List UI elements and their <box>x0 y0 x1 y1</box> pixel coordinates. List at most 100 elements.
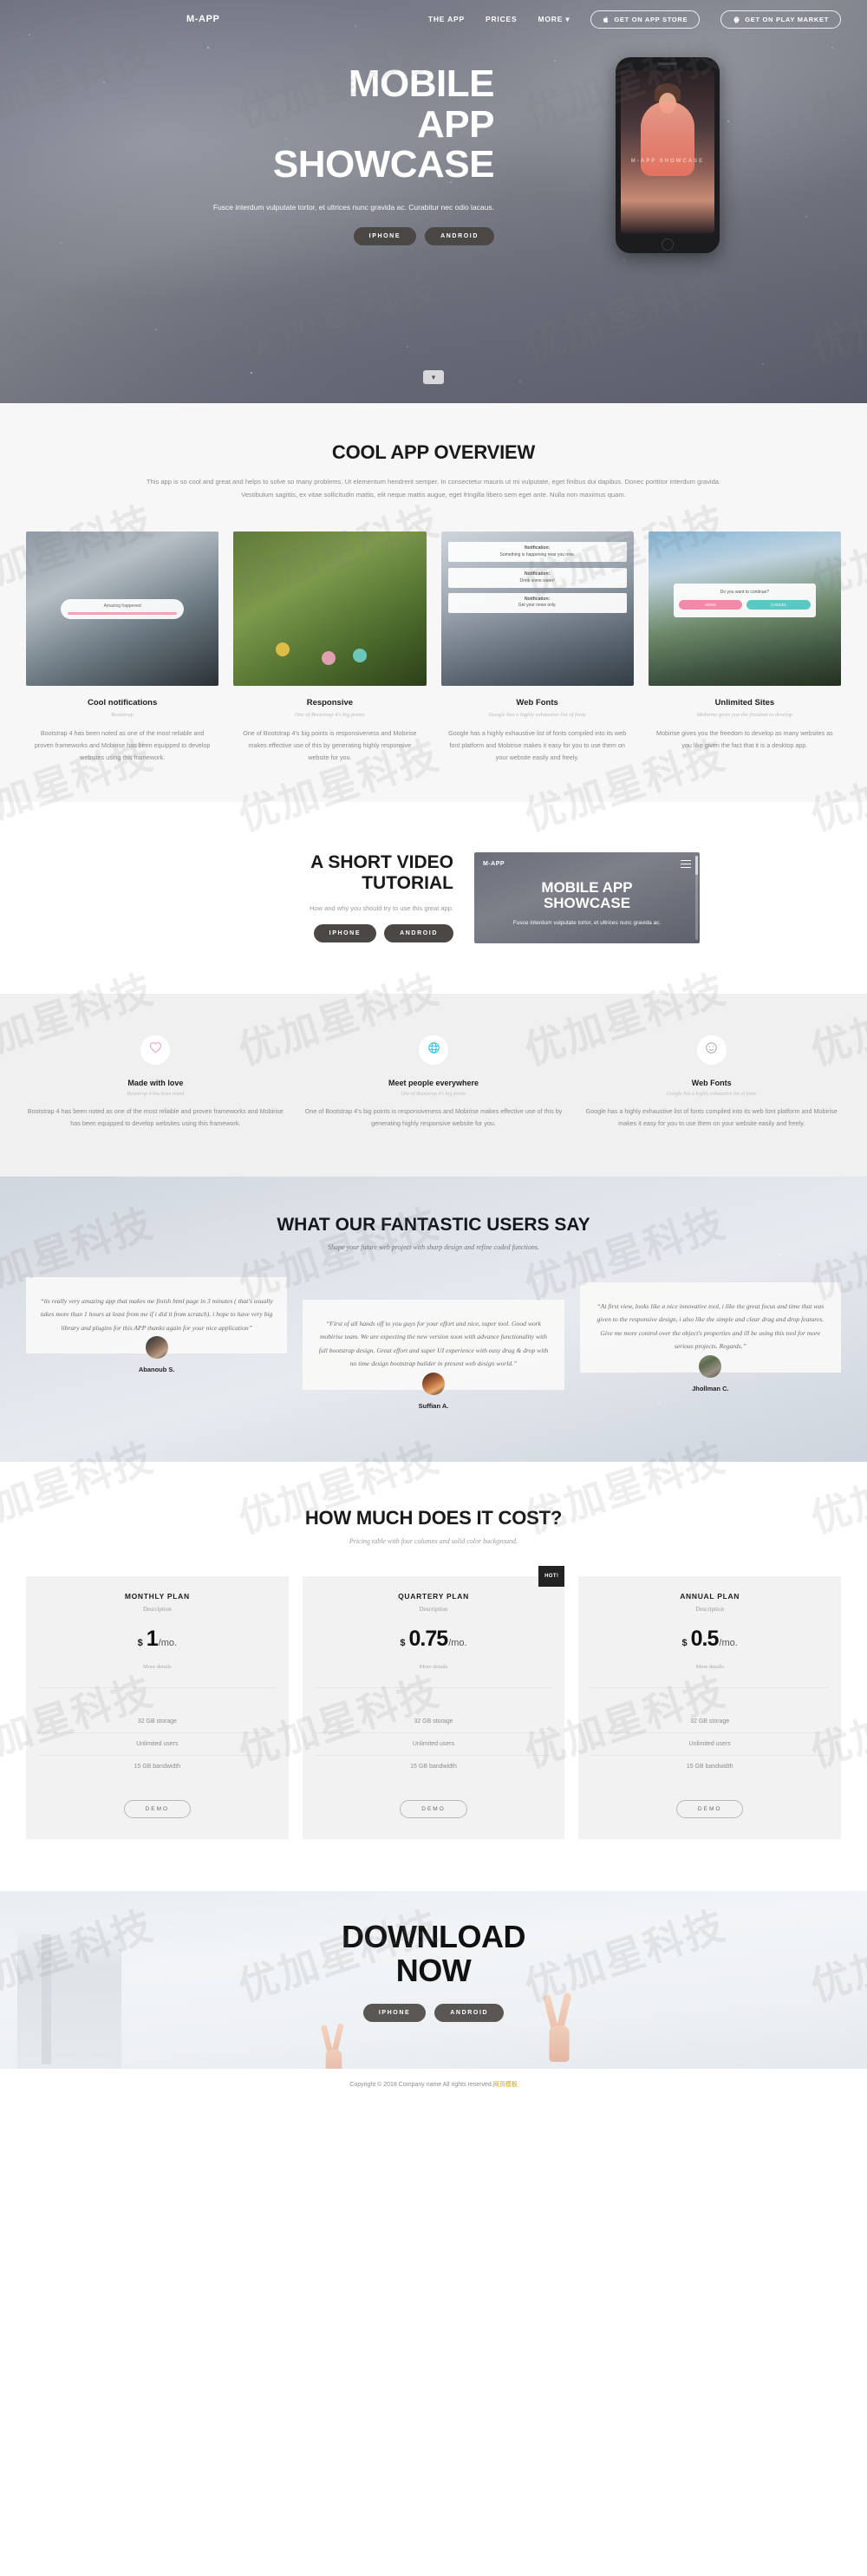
card-kicker: Bootstrap <box>111 711 134 718</box>
icon-feature-text: Bootstrap 4 has been noted as one of the… <box>27 1106 284 1127</box>
video-title-line-2: TUTORIAL <box>362 873 453 894</box>
icon-circle <box>696 1034 727 1065</box>
divider <box>38 1687 277 1688</box>
video-preview-title-line-2: SHOWCASE <box>543 895 631 912</box>
testimonial-person: Suffian A. <box>303 1373 564 1410</box>
plan-feature: 32 GB storage <box>38 1711 277 1733</box>
video-preview-scrollbar[interactable] <box>695 855 698 940</box>
video-row: A SHORT VIDEO TUTORIAL How and why you s… <box>26 851 841 943</box>
plan-more-details-link[interactable]: More details <box>315 1664 553 1670</box>
card-kicker: Google has a highly exhaustive list of f… <box>488 711 586 718</box>
plan-description: Description <box>695 1606 725 1613</box>
confirm-modal-overlay: Do you want to continue? SEND CANCEL <box>673 584 817 618</box>
download-content: DOWNLOAD NOW IPHONE ANDROID <box>0 1891 867 2022</box>
page-footer: Copyright © 2018 Company name All rights… <box>0 2069 867 2103</box>
footer-copyright-text: Copyright © 2018 Company name All rights… <box>349 2082 493 2088</box>
phone-home-button[interactable] <box>662 238 674 251</box>
overview-section: COOL APP OVERVIEW This app is so cool an… <box>0 403 867 802</box>
hamburger-menu-icon[interactable] <box>681 858 691 871</box>
footer-link[interactable]: 网页模板 <box>493 2082 518 2088</box>
testimonials-row: “its really very amazing app that makes … <box>26 1276 841 1410</box>
phone-screen: M-APP SHOWCASE <box>621 70 714 233</box>
video-subtitle: How and why you should try to use this g… <box>310 904 453 913</box>
testimonial-quote: “At first view, looks like a nice innova… <box>596 1301 825 1351</box>
chevron-down-icon: ▾ <box>431 372 436 382</box>
plan-period: /mo. <box>448 1638 467 1648</box>
notification-title: Notification: <box>525 545 551 551</box>
confirm-modal-ok-button[interactable]: CANCEL <box>746 600 812 610</box>
notification-pill-overlay: Amazing happened <box>61 598 185 619</box>
main-navigation: M-APP THE APP PRICES MORE ▾ GET ON APP S… <box>0 0 867 38</box>
video-preview-nav: M-APP <box>474 852 700 877</box>
download-android-button[interactable]: ANDROID <box>434 2003 505 2022</box>
peace-hand-left <box>320 2020 345 2069</box>
nav-link-more[interactable]: MORE ▾ <box>538 15 570 24</box>
notification-overlay-3: Notification: Get your news only. <box>447 592 627 613</box>
nav-link-the-app[interactable]: THE APP <box>428 15 465 23</box>
plan-description: Description <box>143 1606 172 1613</box>
card-text: Mobirise gives you the freedom to develo… <box>656 728 833 749</box>
video-preview[interactable]: M-APP MOBILE APP SHOWCASE Fusce interdum… <box>474 851 700 943</box>
plan-demo-button[interactable]: DEMO <box>675 1800 744 1818</box>
plan-more-details-link[interactable]: More details <box>590 1664 829 1670</box>
scroll-down-button[interactable]: ▾ <box>423 370 444 384</box>
card-text: Bootstrap 4 has been noted as one of the… <box>34 728 211 761</box>
get-on-app-store-button[interactable]: GET ON APP STORE <box>590 10 701 29</box>
hero-android-button[interactable]: ANDROID <box>425 226 494 245</box>
download-title-line-2: NOW <box>395 1952 472 1988</box>
icon-feature-title: Web Fonts <box>691 1078 732 1087</box>
plan-period: /mo. <box>158 1638 178 1648</box>
video-android-button[interactable]: ANDROID <box>384 924 453 943</box>
plan-currency: $ <box>400 1638 406 1648</box>
brand-logo[interactable]: M-APP <box>186 14 219 24</box>
card-image-unlimited-sites: Do you want to continue? SEND CANCEL <box>648 531 841 686</box>
notification-overlay-2: Notification: Drink some water! <box>447 568 627 589</box>
card-text: One of Bootstrap 4's big points is respo… <box>243 728 417 761</box>
hero-title-line-1: MOBILE <box>348 62 495 105</box>
testimonial-column: “First of all hands off to you guys for … <box>303 1299 564 1410</box>
plan-amount: 0.5 <box>690 1627 720 1651</box>
plan-more-details-link[interactable]: More details <box>38 1664 277 1670</box>
card-image-responsive <box>233 531 427 686</box>
download-title: DOWNLOAD NOW <box>0 1920 867 1988</box>
phone-mockup-wrapper: M-APP SHOWCASE <box>494 38 841 253</box>
pricing-card-quartery: HOT! QUARTERY PLAN Description $ 0.75 /m… <box>302 1566 565 1839</box>
plan-price: $ 0.5 /mo. <box>590 1628 829 1650</box>
plan-price: $ 0.75 /mo. <box>315 1628 553 1650</box>
icon-feature-web-fonts: Web Fonts Google has a highly exhaustive… <box>582 1034 841 1130</box>
video-iphone-button[interactable]: IPHONE <box>313 924 377 943</box>
icon-feature-text: Google has a highly exhaustive list of f… <box>585 1106 838 1127</box>
overview-card: Responsive One of Bootstrap 4's big poin… <box>233 531 427 764</box>
plan-price: $ 1 /mo. <box>38 1628 277 1650</box>
get-on-play-market-button[interactable]: GET ON PLAY MARKET <box>720 10 841 29</box>
overview-card: Do you want to continue? SEND CANCEL Unl… <box>648 531 841 764</box>
testimonial-column: “its really very amazing app that makes … <box>26 1276 288 1373</box>
testimonials-subtitle: Shape your future web project with sharp… <box>328 1242 539 1251</box>
video-preview-brand: M-APP <box>483 861 505 868</box>
hero-content: MOBILE APP SHOWCASE Fusce interdum vulpu… <box>0 38 867 253</box>
nav-link-prices[interactable]: PRICES <box>486 15 517 23</box>
phone-mockup: M-APP SHOWCASE <box>616 57 720 253</box>
confirm-modal-cancel-button[interactable]: SEND <box>678 600 743 610</box>
icon-circle <box>419 1034 448 1065</box>
plan-demo-button[interactable]: DEMO <box>400 1800 467 1818</box>
icon-feature-kicker: Google has a highly exhaustive list of f… <box>666 1091 757 1097</box>
footer-copyright: Copyright © 2018 Company name All rights… <box>0 2080 867 2089</box>
testimonial-name: Suffian A. <box>418 1402 449 1410</box>
download-section: DOWNLOAD NOW IPHONE ANDROID <box>0 1891 867 2069</box>
testimonial-quote: “its really very amazing app that makes … <box>40 1296 273 1332</box>
hero-iphone-button[interactable]: IPHONE <box>353 226 417 245</box>
screen-figure-body <box>641 101 694 176</box>
overview-card: Notification: Something is happening nea… <box>440 531 634 764</box>
plan-demo-button[interactable]: DEMO <box>123 1800 192 1818</box>
video-title: A SHORT VIDEO TUTORIAL <box>167 852 453 894</box>
plan-currency: $ <box>681 1638 688 1648</box>
icon-feature-kicker: Bootstrap 4 has been noted <box>127 1091 185 1097</box>
plan-feature: 32 GB storage <box>590 1711 830 1733</box>
notification-title: Notification: <box>525 596 551 602</box>
plan-name: MONTHLY PLAN <box>124 1592 190 1601</box>
download-iphone-button[interactable]: IPHONE <box>362 2003 427 2022</box>
video-buttons: IPHONE ANDROID <box>167 924 453 943</box>
notification-body: Drink some water! <box>519 577 555 584</box>
notification-body: Get your news only. <box>518 603 557 609</box>
